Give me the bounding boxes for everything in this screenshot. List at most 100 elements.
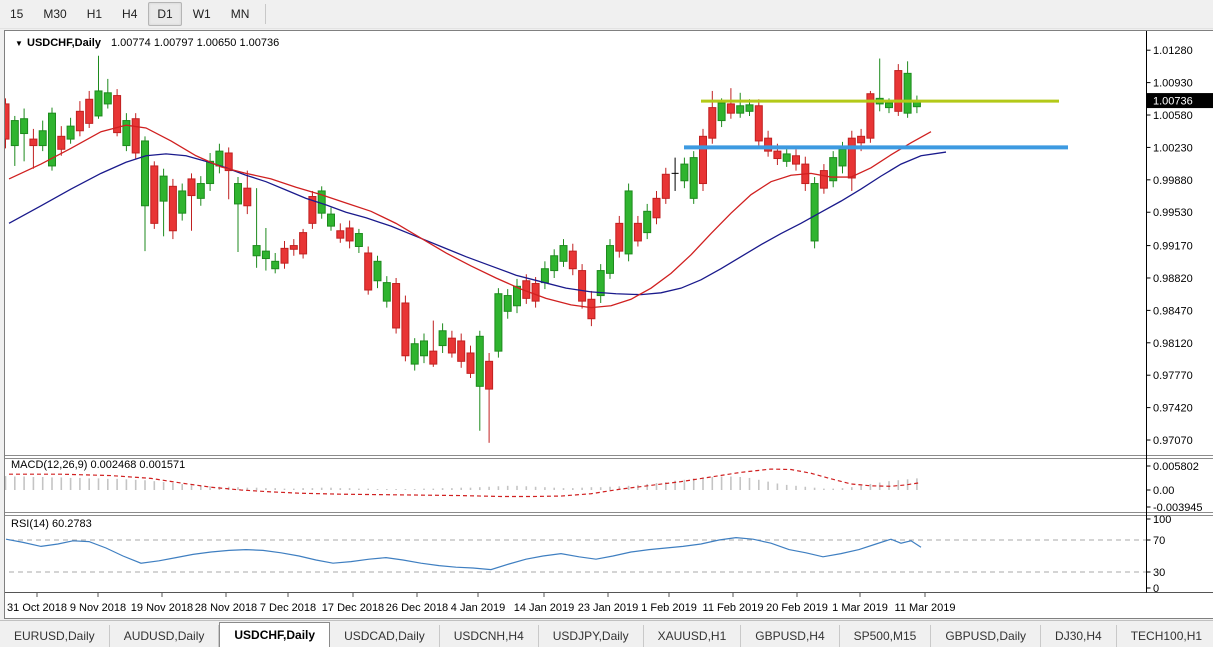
chart-tab-audusd-daily[interactable]: AUDUSD,Daily: [110, 625, 220, 647]
candle-bull: [475, 335, 484, 387]
price-axis-label: 1.00230: [1153, 142, 1193, 154]
timeframe-toolbar: 15 M30 H1 H4 D1 W1 MN: [0, 0, 1213, 29]
date-label: 4 Jan 2019: [451, 602, 505, 614]
chart-title-ohlc: 1.00774 1.00797 1.00650 1.00736: [111, 37, 279, 49]
chart-tab-usdchf-daily[interactable]: USDCHF,Daily: [219, 622, 331, 647]
candle-bear: [894, 70, 903, 112]
candle-bear: [345, 227, 354, 242]
price-axis-label: 1.00930: [1153, 78, 1193, 90]
candle-bear: [187, 178, 196, 197]
candle-bull: [159, 175, 168, 202]
candle-bull: [885, 102, 893, 109]
candle-bear: [726, 103, 735, 114]
rsi-axis-label: 30: [1153, 567, 1165, 579]
candle-bear: [847, 137, 856, 179]
date-label: 11 Feb 2019: [703, 602, 764, 614]
candle-bear: [615, 222, 624, 252]
candle-bull: [252, 245, 261, 257]
price-axis-label: 0.98470: [1153, 305, 1193, 317]
rsi-axis-label: 100: [1153, 514, 1171, 526]
candle-bear: [457, 340, 466, 362]
timeframe-button-h1[interactable]: H1: [78, 2, 111, 26]
candle-bear: [857, 135, 866, 144]
candle-bull: [689, 157, 698, 199]
chart-tab-eurusd-daily[interactable]: EURUSD,Daily: [0, 625, 110, 647]
candle-bear: [792, 155, 800, 165]
chart-tab-gbpusd-h4[interactable]: GBPUSD,H4: [741, 625, 840, 647]
candle-bull: [540, 268, 549, 284]
candle-bull: [680, 163, 689, 182]
candle-bull: [903, 72, 912, 114]
rsi-label: RSI(14) 60.2783: [11, 518, 92, 530]
candle-bull: [736, 105, 745, 114]
candle-bull: [215, 150, 224, 167]
price-axis-label: 0.99170: [1153, 241, 1193, 253]
timeframe-button-h4[interactable]: H4: [113, 2, 146, 26]
timeframe-button-d1[interactable]: D1: [148, 2, 182, 26]
chart-tab-dj30-h4[interactable]: DJ30,H4: [1041, 625, 1117, 647]
date-label: 9 Nov 2018: [70, 602, 126, 614]
timeframe-button-15[interactable]: 15: [1, 2, 32, 26]
price-axis-label: 1.01280: [1153, 45, 1193, 57]
price-axis-label: 0.99880: [1153, 175, 1193, 187]
timeframe-button-mn[interactable]: MN: [222, 2, 259, 26]
rsi-axis-label: 70: [1153, 535, 1165, 547]
rsi-line: [5, 536, 922, 571]
candle-bear: [75, 110, 84, 132]
candle-bull: [66, 125, 75, 140]
candle-bull: [261, 250, 270, 260]
date-label: 20 Feb 2019: [766, 602, 828, 614]
candle-bear: [85, 98, 94, 124]
candle-bull: [494, 293, 503, 352]
timeframe-button-m30[interactable]: M30: [34, 2, 75, 26]
price-chart-canvas[interactable]: 1.01280 1.00930 1.00580 1.00230 0.99880 0.995…: [5, 31, 1213, 620]
candle-bull: [271, 260, 280, 270]
macd-axis-label: 0.005802: [1153, 461, 1199, 473]
candle-bull: [178, 190, 187, 214]
chart-tab-sp500-m15[interactable]: SP500,M15: [840, 625, 932, 647]
macd-axis-label: -0.003945: [1153, 502, 1203, 514]
date-label: 23 Jan 2019: [578, 602, 639, 614]
timeframe-button-w1[interactable]: W1: [184, 2, 220, 26]
candle-bear: [485, 360, 494, 390]
current-price-label: 1.00736: [1153, 96, 1193, 108]
candle-bull: [10, 120, 19, 147]
price-axis-label: 0.97070: [1153, 435, 1193, 447]
date-label: 19 Nov 2018: [131, 602, 193, 614]
candle-bear: [633, 222, 642, 242]
candle-bear: [299, 232, 308, 255]
candle-bear: [708, 107, 717, 139]
date-label: 28 Nov 2018: [195, 602, 257, 614]
date-label: 7 Dec 2018: [260, 602, 316, 614]
toolbar-separator: [265, 4, 267, 24]
candle-bear: [652, 197, 661, 219]
chart-tab-usdcad-daily[interactable]: USDCAD,Daily: [330, 625, 440, 647]
price-axis-label: 1.00580: [1153, 110, 1193, 122]
candle-bear: [280, 247, 289, 264]
chart-window[interactable]: 1.01280 1.00930 1.00580 1.00230 0.99880 0.995…: [4, 30, 1213, 619]
chart-tab-tech100-h1[interactable]: TECH100,H1: [1117, 625, 1213, 647]
candle-bull: [410, 343, 419, 365]
candle-bear: [429, 350, 438, 365]
candle-bull: [234, 183, 242, 205]
candle-bull: [354, 233, 363, 247]
candle-bear: [578, 270, 587, 302]
candle-bear: [392, 283, 401, 329]
candle-bull: [624, 190, 633, 255]
candle-bear: [773, 150, 782, 160]
candle-bull: [559, 245, 568, 262]
candle-bull: [327, 213, 335, 227]
rsi-axis-label: 0: [1153, 583, 1159, 595]
chart-tab-usdjpy-daily[interactable]: USDJPY,Daily: [539, 625, 644, 647]
chart-tab-usdcnh-h4[interactable]: USDCNH,H4: [440, 625, 539, 647]
candle-bear: [754, 105, 763, 142]
candle-bear: [364, 252, 373, 291]
trading-terminal: 15 M30 H1 H4 D1 W1 MN 1.01280 1.00930 1.00580 1.0…: [0, 0, 1213, 647]
candle-bear: [466, 352, 475, 374]
candle-bull: [838, 148, 847, 167]
candle-bear: [131, 118, 140, 154]
candle-bear: [447, 337, 456, 354]
chart-tab-xauusd-h1[interactable]: XAUUSD,H1: [644, 625, 742, 647]
chart-tab-gbpusd-daily[interactable]: GBPUSD,Daily: [931, 625, 1042, 647]
candle-bear: [29, 138, 38, 147]
